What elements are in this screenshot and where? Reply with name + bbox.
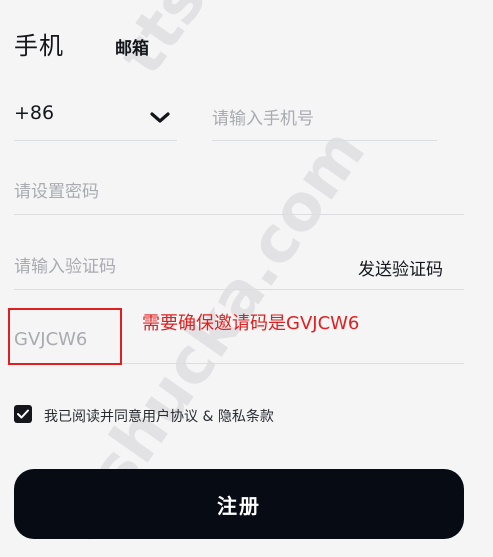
tab-phone[interactable]: 手机 (14, 26, 64, 61)
country-code-select[interactable]: +86 (14, 102, 54, 124)
country-code-underline (14, 140, 177, 141)
verification-underline (14, 289, 464, 290)
password-underline (14, 214, 464, 215)
chevron-down-icon[interactable] (148, 110, 172, 126)
password-input[interactable] (14, 178, 454, 206)
register-button[interactable]: 注册 (14, 469, 464, 539)
verification-code-input[interactable] (14, 253, 334, 281)
invite-underline (122, 363, 464, 364)
invite-annotation: 需要确保邀请码是GVJCW6 (142, 313, 360, 334)
send-code-button[interactable]: 发送验证码 (358, 255, 443, 280)
phone-underline (212, 140, 437, 141)
agreement-checkbox[interactable] (14, 405, 32, 423)
phone-input[interactable] (212, 105, 437, 133)
agreement-text[interactable]: 我已阅读并同意用户协议 & 隐私条款 (44, 406, 274, 426)
tab-email[interactable]: 邮箱 (115, 34, 149, 59)
invite-highlight-box (8, 308, 122, 365)
check-icon (17, 409, 29, 419)
